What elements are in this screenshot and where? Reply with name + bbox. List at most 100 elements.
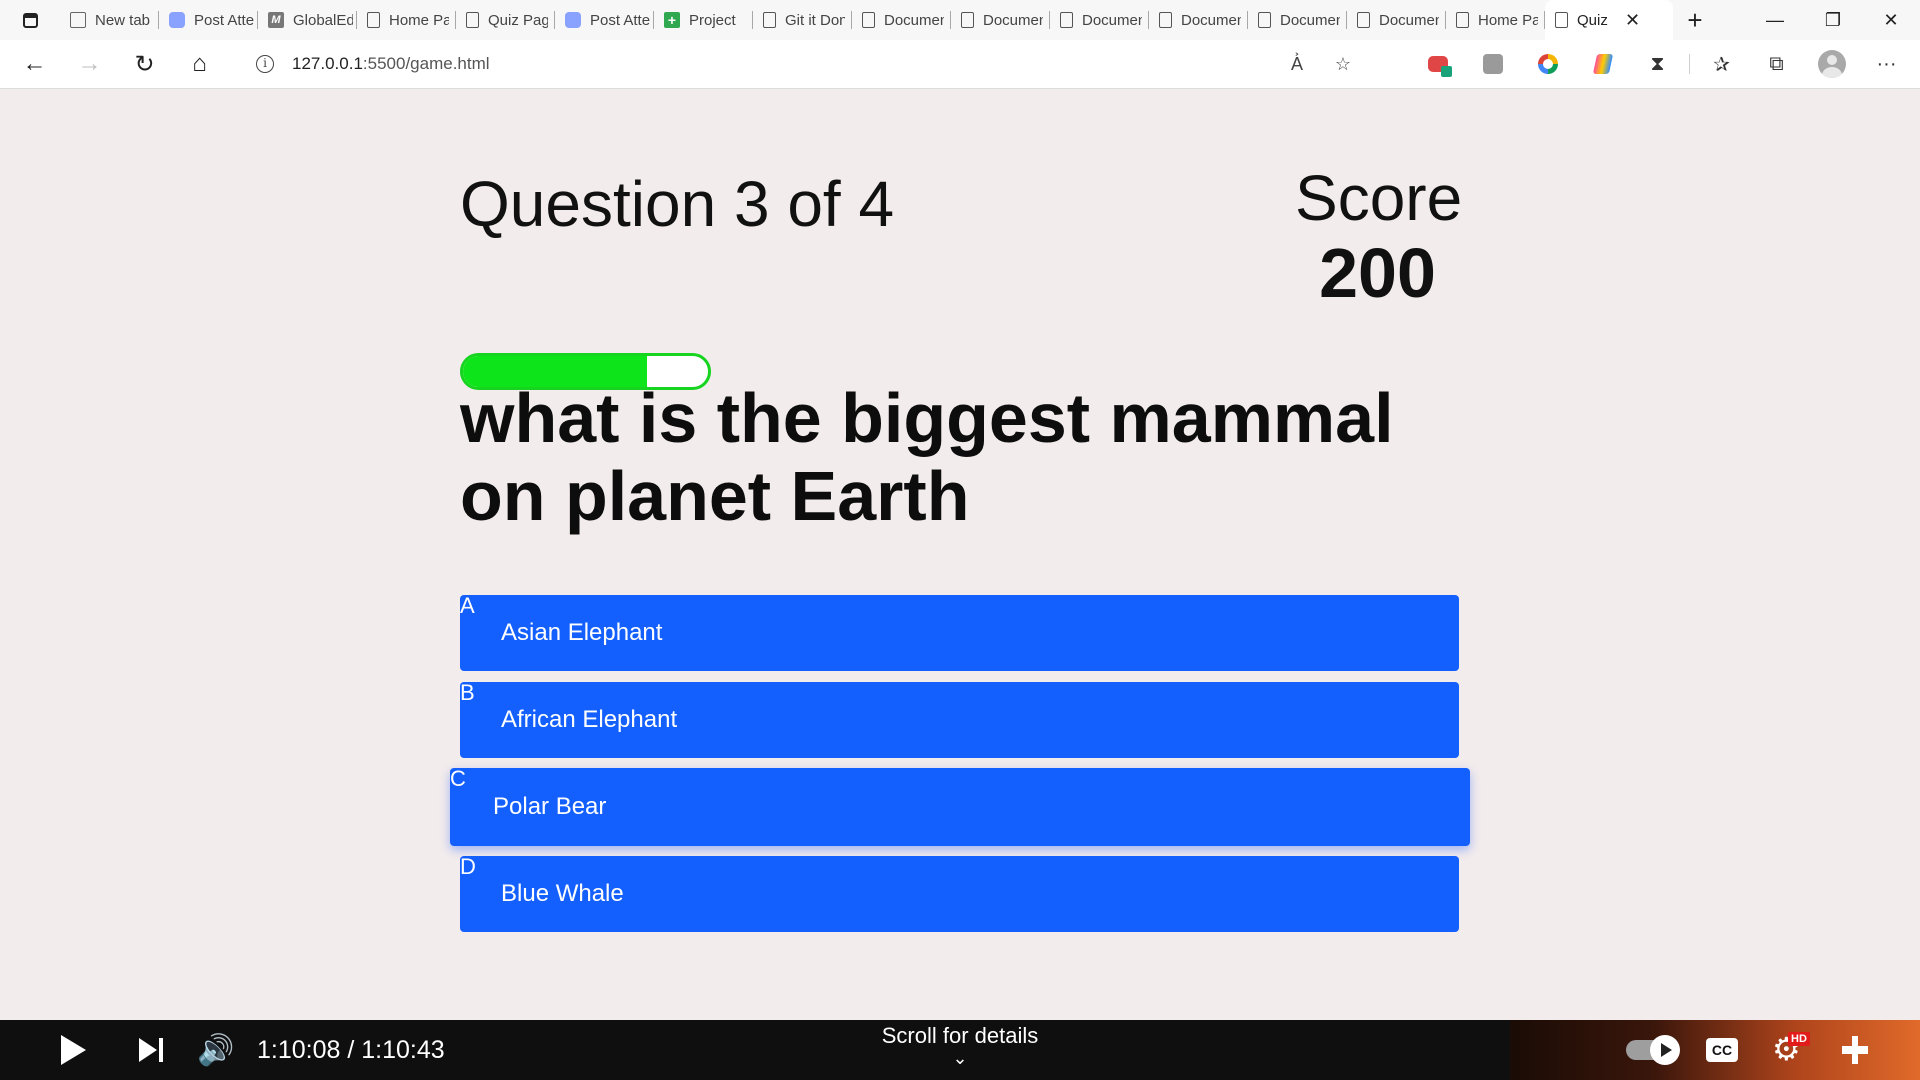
- tab-post-attendee[interactable]: Post Attendee: [159, 0, 258, 40]
- address-bar[interactable]: i 127.0.0.1:5500/game.html A͐ ☆: [236, 44, 1376, 84]
- doc-icon: [1555, 12, 1568, 28]
- captions-button[interactable]: CC: [1706, 1038, 1738, 1062]
- m-icon: M: [268, 12, 284, 28]
- next-video-button[interactable]: [136, 1020, 166, 1080]
- read-aloud-icon[interactable]: A͐: [1274, 54, 1320, 75]
- url-text[interactable]: 127.0.0.1:5500/game.html: [292, 54, 490, 74]
- choice-text: Polar Bear: [493, 793, 607, 820]
- tab-strip: New tab Post Attendee M GlobalEd Home Pag…: [60, 0, 1717, 40]
- doc-icon: [367, 12, 380, 28]
- home-button[interactable]: ⌂: [172, 40, 227, 88]
- play-icon: [60, 1035, 86, 1065]
- tab-label: Home Page: [1478, 11, 1538, 29]
- browser-toolbar: ← → ↻ ⌂ i 127.0.0.1:5500/game.html A͐ ☆ …: [0, 40, 1920, 89]
- tab-new-tab[interactable]: New tab: [60, 0, 159, 40]
- site-info-icon[interactable]: i: [256, 55, 274, 73]
- tab-document[interactable]: Document: [852, 0, 951, 40]
- reload-button[interactable]: ↻: [117, 40, 172, 88]
- url-path: :5500/game.html: [362, 54, 490, 73]
- tab-label: Document: [1379, 11, 1439, 29]
- more-menu-icon[interactable]: ···: [1859, 40, 1914, 88]
- next-icon: [139, 1038, 163, 1062]
- tab-project[interactable]: + Project: [654, 0, 753, 40]
- extension-gray-icon[interactable]: [1465, 40, 1520, 88]
- choice-a[interactable]: A Asian Elephant: [460, 595, 1459, 671]
- tab-document[interactable]: Document: [1149, 0, 1248, 40]
- doc-icon: [466, 12, 479, 28]
- minimize-button[interactable]: —: [1746, 0, 1804, 40]
- collections-icon[interactable]: ⧉: [1749, 40, 1804, 88]
- close-window-button[interactable]: ✕: [1862, 0, 1920, 40]
- tab-actions-button[interactable]: [0, 0, 60, 40]
- tab-globaled[interactable]: M GlobalEd: [258, 0, 357, 40]
- choice-prefix: D: [460, 854, 476, 879]
- doc-icon: [1060, 12, 1073, 28]
- tab-post-attendee-2[interactable]: Post Attendee: [555, 0, 654, 40]
- extensions-puzzle-icon[interactable]: ⧗: [1630, 40, 1685, 88]
- tab-git-it-done[interactable]: Git it Done: [753, 0, 852, 40]
- score-box: Score 200: [1295, 162, 1462, 312]
- doc-icon: [763, 12, 776, 28]
- tab-document[interactable]: Document: [951, 0, 1050, 40]
- score-label: Score: [1295, 162, 1463, 234]
- url-host: 127.0.0.1: [292, 54, 363, 73]
- doc-icon: [1258, 12, 1271, 28]
- tab-actions-icon: [22, 12, 38, 28]
- tab-label: Quiz: [1577, 11, 1608, 29]
- extension-red-icon[interactable]: [1410, 40, 1465, 88]
- forward-button[interactable]: →: [62, 40, 117, 88]
- tab-label: Home Page: [389, 11, 449, 29]
- doc-icon: [1357, 12, 1370, 28]
- tab-quiz-active[interactable]: Quiz ✕: [1545, 0, 1673, 40]
- zoom-icon: [565, 12, 581, 28]
- tab-label: New tab: [95, 11, 151, 29]
- back-button[interactable]: ←: [7, 40, 62, 88]
- tab-document[interactable]: Document: [1050, 0, 1149, 40]
- autoplay-knob: [1650, 1035, 1680, 1065]
- new-tab-button[interactable]: +: [1673, 5, 1717, 36]
- toolbar-divider: [1689, 54, 1690, 74]
- tab-label: Post Attendee: [590, 11, 650, 29]
- extensions-area: ⧗ ✰ ⧉ ···: [1410, 40, 1914, 88]
- restore-button[interactable]: ❐: [1804, 0, 1862, 40]
- video-player-bar: 🔊 1:10:08 / 1:10:43 Scroll for details ⌄…: [0, 1020, 1920, 1080]
- scroll-hint-label: Scroll for details: [881, 1023, 1039, 1048]
- exit-fullscreen-icon[interactable]: [1840, 1032, 1870, 1068]
- tab-label: Quiz Page: [488, 11, 548, 29]
- tab-document[interactable]: Document: [1248, 0, 1347, 40]
- tab-home-page-2[interactable]: Home Page: [1446, 0, 1545, 40]
- tab-label: Document: [1181, 11, 1241, 29]
- choice-text: Blue Whale: [501, 880, 624, 907]
- choice-text: African Elephant: [501, 706, 678, 733]
- tab-label: Document: [1082, 11, 1142, 29]
- tab-label: Document: [983, 11, 1043, 29]
- add-favorite-icon[interactable]: ☆: [1320, 54, 1366, 75]
- score-value: 200: [1319, 234, 1436, 312]
- extension-ring-icon[interactable]: [1520, 40, 1575, 88]
- autoplay-toggle[interactable]: [1626, 1035, 1680, 1065]
- choice-b[interactable]: B African Elephant: [460, 682, 1459, 758]
- window-controls: — ❐ ✕: [1746, 0, 1920, 40]
- favorites-icon[interactable]: ✰: [1694, 40, 1749, 88]
- tab-document[interactable]: Document: [1347, 0, 1446, 40]
- newtab-icon: [70, 12, 86, 28]
- zoom-icon: [169, 12, 185, 28]
- choice-d[interactable]: D Blue Whale: [460, 856, 1459, 932]
- tab-quiz-page[interactable]: Quiz Page: [456, 0, 555, 40]
- play-button[interactable]: [58, 1020, 88, 1080]
- doc-icon: [961, 12, 974, 28]
- choice-text: Asian Elephant: [501, 619, 663, 646]
- tab-home-page[interactable]: Home Page: [357, 0, 456, 40]
- choice-prefix: A: [460, 593, 475, 618]
- extension-color-icon[interactable]: [1575, 40, 1630, 88]
- volume-icon: 🔊: [197, 1033, 235, 1067]
- scroll-for-details[interactable]: Scroll for details ⌄: [820, 1023, 1100, 1068]
- chevron-down-icon: ⌄: [952, 1048, 968, 1068]
- choice-c[interactable]: C Polar Bear: [450, 768, 1470, 846]
- tab-label: Document: [884, 11, 944, 29]
- close-tab-icon[interactable]: ✕: [1625, 10, 1640, 31]
- volume-button[interactable]: 🔊: [197, 1020, 235, 1080]
- profile-avatar[interactable]: [1804, 40, 1859, 88]
- tab-label: Project: [689, 11, 736, 29]
- tab-label: Document: [1280, 11, 1340, 29]
